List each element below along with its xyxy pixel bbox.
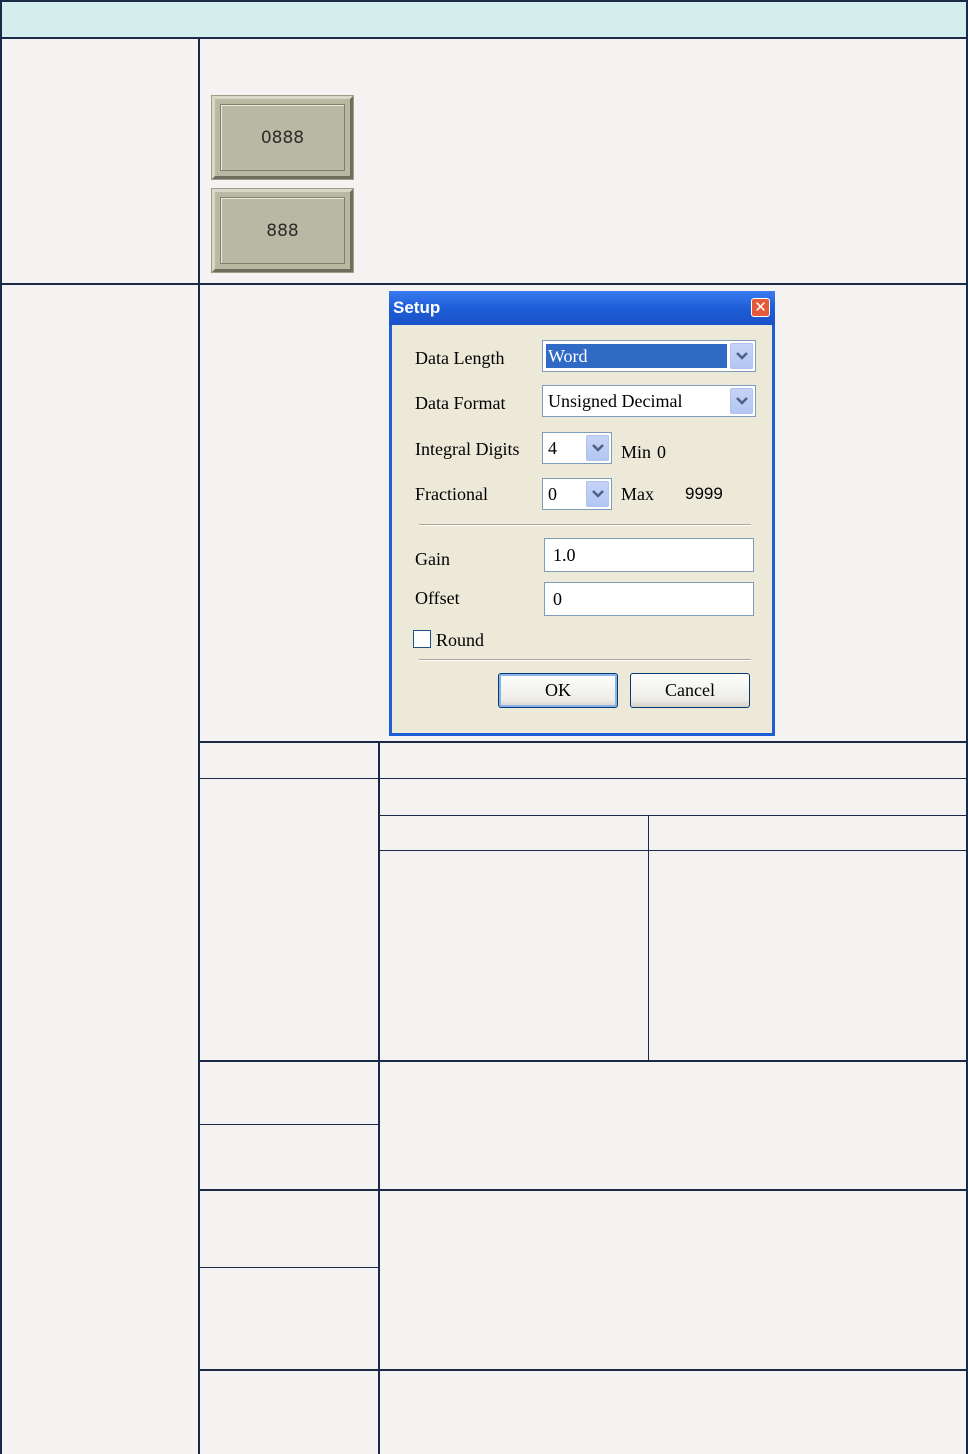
data-format-label: Data Format <box>415 393 506 413</box>
subtable-inner-line <box>379 815 968 816</box>
dialog-title-bar[interactable]: Setup ✕ <box>389 291 775 325</box>
max-label: Max <box>621 484 654 504</box>
chevron-down-icon[interactable] <box>730 388 753 414</box>
max-value: 9999 <box>685 484 723 503</box>
preview-value: 0888 <box>260 127 305 148</box>
table-border-left <box>0 0 2 1454</box>
round-checkbox[interactable] <box>413 630 431 648</box>
preview-value: 888 <box>266 220 299 241</box>
chevron-down-icon[interactable] <box>586 435 609 461</box>
chevron-down-icon[interactable] <box>586 481 609 507</box>
integral-digits-label: Integral Digits <box>415 439 520 459</box>
header-divider <box>0 37 968 39</box>
setup-dialog: Setup ✕ Data Length Word Data Format Uns… <box>389 291 775 736</box>
integral-digits-select[interactable]: 4 <box>542 432 612 464</box>
round-label: Round <box>436 630 485 650</box>
chevron-down-icon[interactable] <box>730 343 753 369</box>
divider <box>419 659 751 661</box>
column-divider-main <box>198 38 200 1454</box>
cancel-button[interactable]: Cancel <box>630 673 750 708</box>
subtable-row-line <box>198 1124 379 1125</box>
close-icon[interactable]: ✕ <box>751 298 770 317</box>
data-format-select[interactable]: Unsigned Decimal <box>542 385 756 417</box>
table-header-row <box>0 0 968 38</box>
subtable-row-line <box>198 1189 968 1191</box>
subtable-row-line <box>198 778 968 779</box>
gain-label: Gain <box>415 549 450 569</box>
dialog-title: Setup <box>393 298 441 317</box>
table-border-top <box>0 0 968 2</box>
numeric-display-preview-padded: 0888 <box>212 96 353 179</box>
subtable-inner-line <box>379 850 968 851</box>
numeric-display-preview: 888 <box>212 189 353 272</box>
offset-label: Offset <box>415 588 460 608</box>
min-label: Min <box>621 442 652 462</box>
fractional-select[interactable]: 0 <box>542 478 612 510</box>
subtable-column-divider <box>378 741 380 1454</box>
data-length-label: Data Length <box>415 348 505 368</box>
subtable-row-line <box>198 1267 379 1268</box>
offset-input[interactable]: 0 <box>544 582 754 616</box>
gain-input[interactable]: 1.0 <box>544 538 754 572</box>
fractional-label: Fractional <box>415 484 488 504</box>
divider <box>419 524 751 526</box>
subtable-row-line <box>198 1369 968 1371</box>
subtable-row-line <box>198 1060 968 1062</box>
data-length-select[interactable]: Word <box>542 340 756 372</box>
row-divider-1 <box>0 283 968 285</box>
min-value: 0 <box>657 442 666 462</box>
subtable-border-top <box>198 741 968 743</box>
subtable-inner-column <box>648 815 649 1061</box>
ok-button[interactable]: OK <box>498 673 618 708</box>
